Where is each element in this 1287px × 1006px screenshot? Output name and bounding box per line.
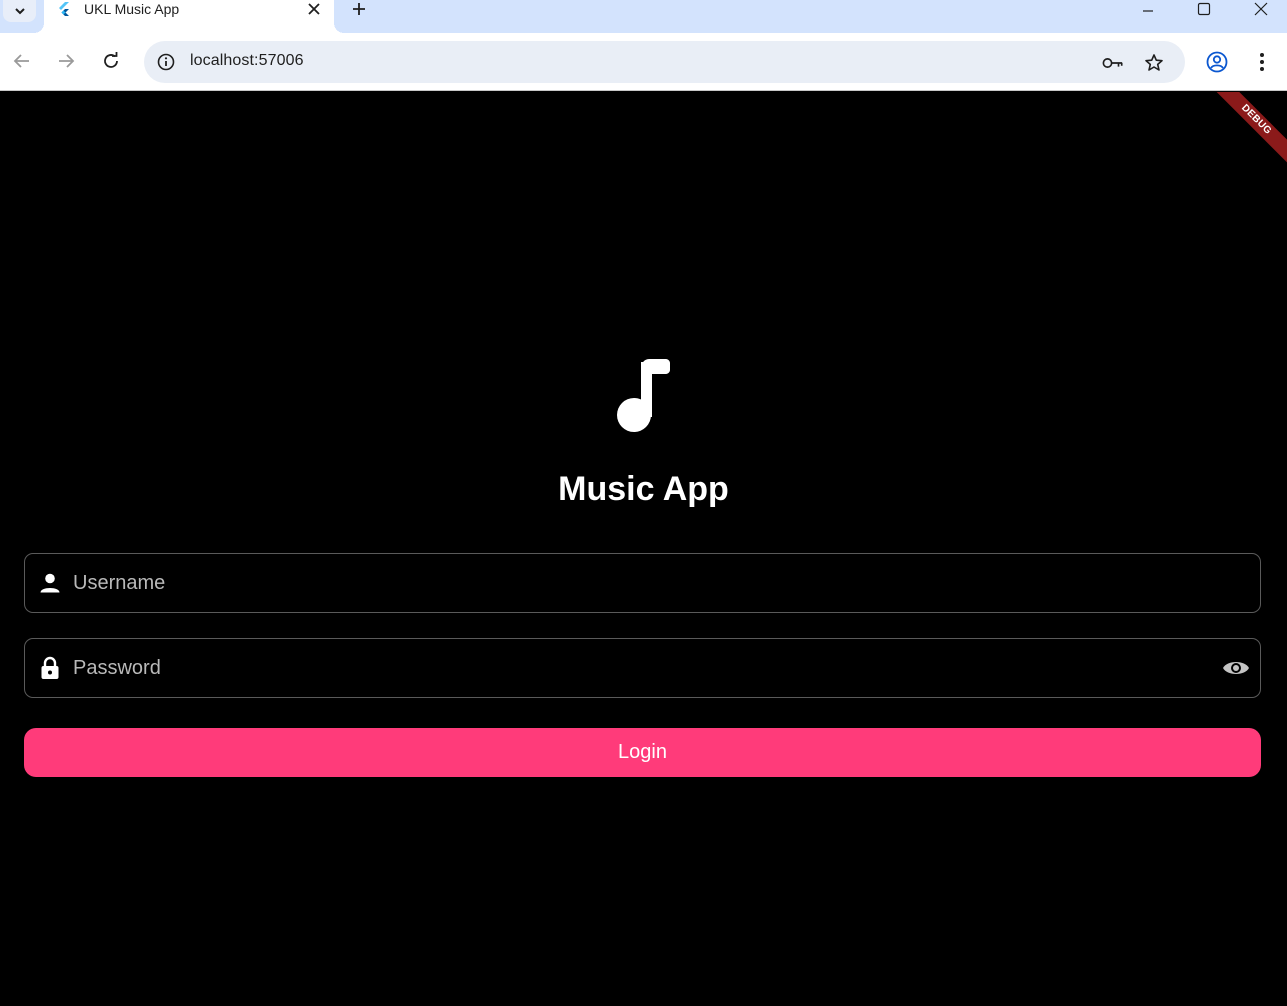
maximize-icon	[1197, 2, 1211, 16]
person-icon	[40, 573, 60, 593]
forward-button[interactable]	[52, 47, 80, 75]
browser-tab[interactable]: UKL Music App	[34, 0, 344, 33]
site-info-button[interactable]	[156, 52, 176, 72]
password-input[interactable]	[73, 639, 1193, 697]
password-key-icon	[1102, 58, 1123, 68]
reload-button[interactable]	[97, 47, 125, 75]
music-note-icon	[617, 359, 670, 432]
tab-close-button[interactable]	[304, 0, 324, 18]
reload-icon	[104, 52, 118, 68]
bookmark-star-icon	[1145, 54, 1163, 71]
debug-banner: DEBUG	[1211, 92, 1287, 165]
browser-tabstrip: UKL Music App	[0, 0, 1287, 33]
close-window-icon	[1254, 2, 1268, 16]
profile-icon	[1206, 51, 1228, 73]
app-viewport: DEBUG Music App Login	[0, 92, 1287, 1006]
close-window-button[interactable]	[1238, 0, 1284, 18]
minimize-icon	[1143, 10, 1153, 12]
more-vert-icon	[1260, 53, 1264, 71]
login-button[interactable]: Login	[24, 728, 1261, 777]
username-field[interactable]	[24, 553, 1261, 613]
url-text[interactable]: localhost:57006	[190, 52, 304, 70]
password-key-button[interactable]	[1102, 52, 1124, 74]
bookmark-button[interactable]	[1143, 52, 1165, 74]
back-arrow-icon	[13, 54, 29, 68]
tab-search-button[interactable]	[3, 0, 36, 22]
maximize-button[interactable]	[1181, 0, 1227, 18]
address-bar[interactable]: localhost:57006	[144, 41, 1185, 83]
username-input[interactable]	[73, 554, 1193, 612]
browser-toolbar: localhost:57006	[0, 33, 1287, 91]
tab-title: UKL Music App	[84, 1, 180, 17]
site-info-icon	[157, 53, 175, 71]
chevron-down-icon	[14, 8, 25, 15]
flutter-favicon-icon	[59, 2, 69, 16]
minimize-button[interactable]	[1125, 0, 1171, 18]
new-tab-button[interactable]	[348, 0, 370, 18]
profile-button[interactable]	[1205, 50, 1229, 74]
eye-icon[interactable]	[1222, 655, 1250, 681]
password-field[interactable]	[24, 638, 1261, 698]
forward-arrow-icon	[59, 54, 75, 68]
browser-menu-button[interactable]	[1250, 50, 1274, 74]
back-button[interactable]	[8, 47, 36, 75]
close-icon	[308, 3, 320, 15]
lock-icon	[41, 656, 59, 679]
plus-icon	[353, 3, 365, 15]
app-title: Music App	[558, 470, 729, 508]
